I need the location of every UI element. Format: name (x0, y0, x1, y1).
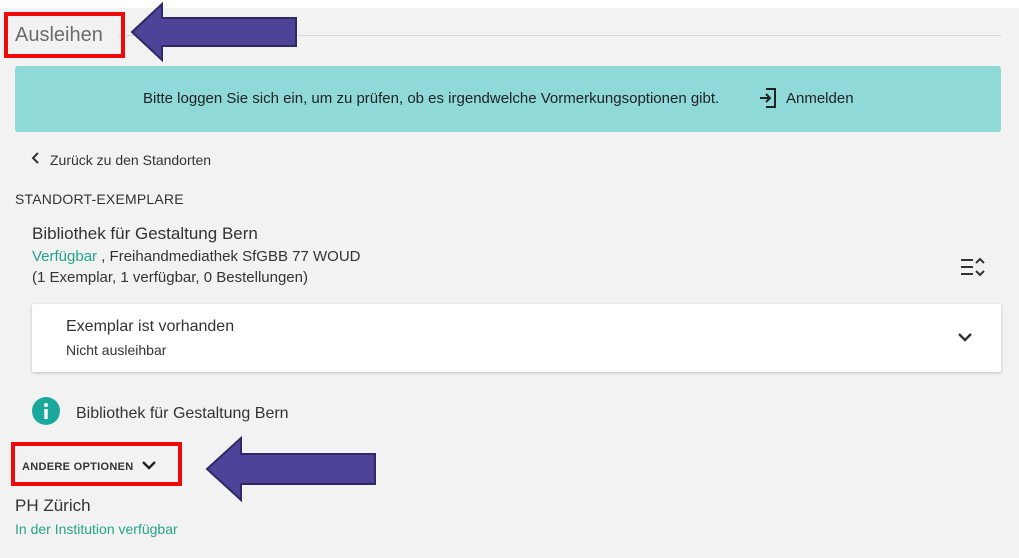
sign-in-icon (758, 87, 778, 109)
item-subtitle: Nicht ausleihbar (66, 342, 167, 358)
library-summary: (1 Exemplar, 1 verfügbar, 0 Bestellungen… (32, 269, 308, 286)
back-link-label: Zurück zu den Standorten (50, 151, 212, 168)
library-name: Bibliothek für Gestaltung Bern (32, 224, 258, 243)
location-detail: , Freihandmediathek SfGBB 77 WOUD (97, 248, 361, 265)
info-icon (32, 397, 60, 430)
chevron-left-icon (30, 151, 40, 168)
alternative-status: In der Institution verfügbar (15, 521, 178, 537)
library-status-line: Verfügbar , Freihandmediathek SfGBB 77 W… (32, 248, 360, 265)
back-to-locations-link[interactable]: Zurück zu den Standorten (30, 151, 211, 168)
login-message: Bitte loggen Sie sich ein, um zu prüfen,… (143, 90, 720, 107)
info-label: Bibliothek für Gestaltung Bern (76, 404, 289, 422)
arrow-left-icon (130, 2, 297, 62)
arrow-left-icon (205, 436, 376, 502)
login-banner: Bitte loggen Sie sich ein, um zu prüfen,… (15, 66, 1001, 132)
item-title: Exemplar ist vorhanden (66, 318, 235, 335)
login-button-label: Anmelden (786, 89, 854, 107)
availability-status: Verfügbar (32, 248, 98, 265)
login-button[interactable]: Anmelden (758, 84, 854, 112)
item-card[interactable]: Exemplar ist vorhanden Nicht ausleihbar (32, 304, 1001, 372)
alternative-library: PH Zürich (15, 496, 91, 515)
sort-icon[interactable] (960, 256, 986, 283)
chevron-down-icon[interactable] (957, 330, 973, 348)
info-row: Bibliothek für Gestaltung Bern (32, 397, 289, 430)
locations-heading: STANDORT-EXEMPLARE (15, 191, 184, 207)
highlight-box-other-options (11, 442, 182, 486)
highlight-box-title (4, 12, 125, 58)
